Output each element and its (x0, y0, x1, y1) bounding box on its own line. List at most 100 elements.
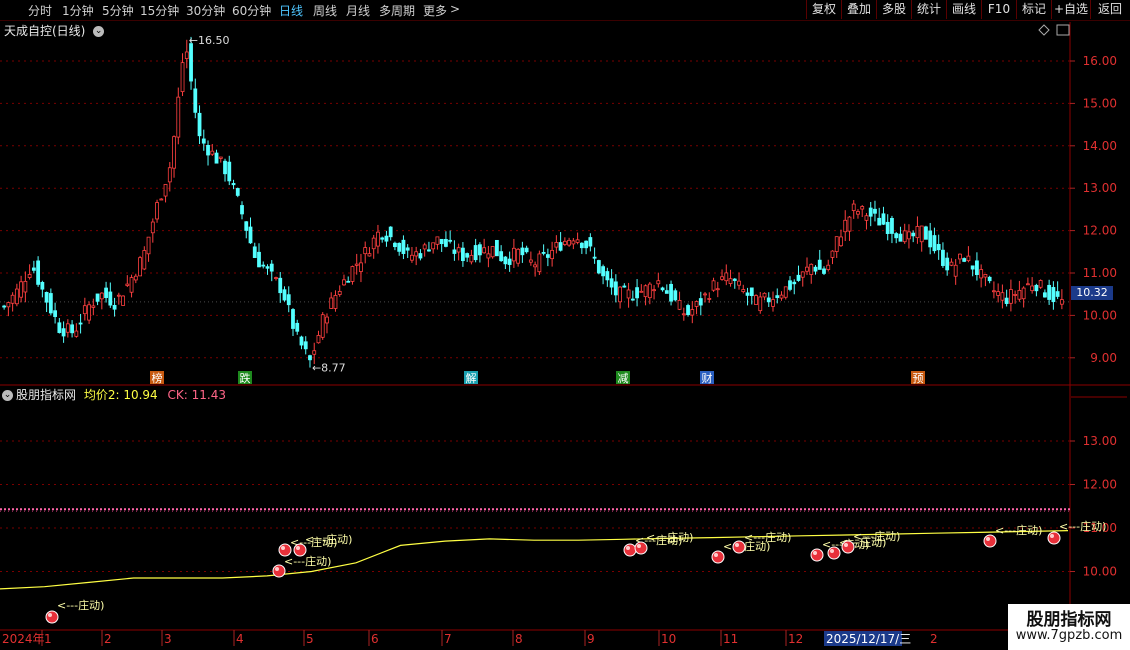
signal-label: <---庄动) (646, 530, 693, 544)
statistics-button[interactable]: 统计 (911, 0, 946, 19)
candle-body (745, 292, 750, 296)
mark-button[interactable]: 标记 (1016, 0, 1051, 19)
candle-body (766, 297, 771, 303)
candle-body (36, 260, 41, 285)
overlay-button[interactable]: 叠加 (841, 0, 876, 19)
candle-body (996, 291, 1001, 296)
candle-body (1030, 285, 1035, 292)
signal-label: <---庄动) (305, 532, 352, 546)
period-tab-5min[interactable]: 5分钟 (102, 2, 134, 19)
month-label: 7 (444, 632, 452, 646)
candle-body (715, 288, 720, 291)
candle-body (703, 293, 707, 296)
period-tab-fenshi[interactable]: 分时 (28, 2, 52, 19)
month-label: 8 (515, 632, 523, 646)
candle-body (596, 260, 601, 274)
candle-body (231, 183, 236, 186)
candle-body (983, 274, 988, 278)
candle-body (809, 263, 814, 275)
avg-price-value: 均价2: 10.94 (83, 388, 158, 402)
candle-body (915, 226, 920, 239)
candle-body (465, 253, 470, 258)
candle-body (1013, 294, 1018, 296)
candle-body (652, 289, 656, 292)
signal-ball-highlight (626, 546, 630, 550)
candle-body (962, 258, 967, 262)
indicator-tick-label: 10.00 (1083, 565, 1117, 579)
candle-body (27, 274, 32, 278)
candle-body (609, 278, 614, 288)
signal-ball-icon (1047, 531, 1061, 545)
candle-body (439, 238, 444, 245)
back-button[interactable]: 返回 (1090, 0, 1129, 19)
add-watchlist-button[interactable]: +自选 (1051, 0, 1090, 19)
month-label: 4 (236, 632, 244, 646)
signal-ball-highlight (813, 551, 817, 555)
signal-ball-highlight (275, 567, 279, 571)
period-tab-30min[interactable]: 30分钟 (186, 2, 225, 19)
period-tab-60min[interactable]: 60分钟 (232, 2, 271, 19)
period-tab-15min[interactable]: 15分钟 (140, 2, 179, 19)
fuquan-button[interactable]: 复权 (806, 0, 841, 19)
period-tab-1min[interactable]: 1分钟 (62, 2, 94, 19)
candle-body (189, 43, 193, 82)
signal-ball-highlight (296, 546, 300, 550)
event-marker-label: 财 (702, 371, 713, 385)
candle-body (244, 221, 249, 231)
candle-body (1017, 289, 1022, 300)
period-tab-weekly[interactable]: 周线 (313, 2, 337, 19)
indicator-name[interactable]: 股朋指标网 (16, 388, 76, 402)
period-tab-more[interactable]: 更多 (423, 2, 447, 19)
candle-body (312, 350, 317, 355)
month-label: 1 (44, 632, 52, 646)
candle-body (1004, 297, 1009, 304)
candle-body (1009, 289, 1013, 304)
candle-body (197, 112, 202, 137)
candle-body (31, 267, 36, 271)
candle-body (308, 355, 312, 361)
candle-body (970, 265, 975, 270)
more-chevron-icon[interactable]: > (450, 2, 460, 16)
month-label: 2 (930, 632, 938, 646)
candle-body (868, 207, 873, 217)
candle-body (10, 294, 15, 304)
candle-body (469, 254, 474, 263)
candle-body (295, 322, 300, 332)
period-tab-daily[interactable]: 日线 (279, 2, 303, 19)
price-tick-label: 9.00 (1090, 351, 1117, 365)
candle-body (435, 236, 440, 245)
candle-body (533, 264, 538, 268)
candle-body (567, 239, 572, 246)
candle-body (1059, 299, 1064, 305)
candle-body (907, 231, 911, 240)
candle-body (524, 247, 529, 253)
period-tab-multi[interactable]: 多周期 (379, 2, 415, 19)
candle-body (218, 156, 223, 159)
candle-body (643, 285, 648, 298)
f10-button[interactable]: F10 (981, 0, 1016, 19)
candle-body (193, 88, 198, 113)
kline-chart[interactable]: 16.00 15.00 14.00 13.00 12.00 11.00 10.00 9.00 1… (0, 20, 1130, 650)
candle-body (979, 269, 984, 279)
diamond-icon (1038, 24, 1050, 36)
candle-body (924, 226, 928, 240)
candle-body (376, 231, 380, 247)
candle-body (584, 240, 588, 249)
indicator-chevron-icon[interactable]: ⌄ (2, 390, 13, 401)
candle-body (99, 292, 104, 300)
candle-body (6, 302, 11, 308)
draw-line-button[interactable]: 画线 (946, 0, 981, 19)
candle-body (350, 266, 355, 282)
candle-body (686, 305, 690, 316)
candle-body (1021, 287, 1026, 300)
candle-body (839, 236, 843, 247)
period-tab-monthly[interactable]: 月线 (346, 2, 370, 19)
candle-body (949, 261, 954, 266)
candle-body (252, 246, 257, 258)
candle-body (95, 293, 100, 302)
candle-body (992, 290, 996, 293)
dropdown-chevron-icon[interactable]: ⌄ (93, 26, 105, 37)
candle-body (363, 247, 368, 255)
multi-stock-button[interactable]: 多股 (876, 0, 911, 19)
candle-body (562, 240, 567, 245)
